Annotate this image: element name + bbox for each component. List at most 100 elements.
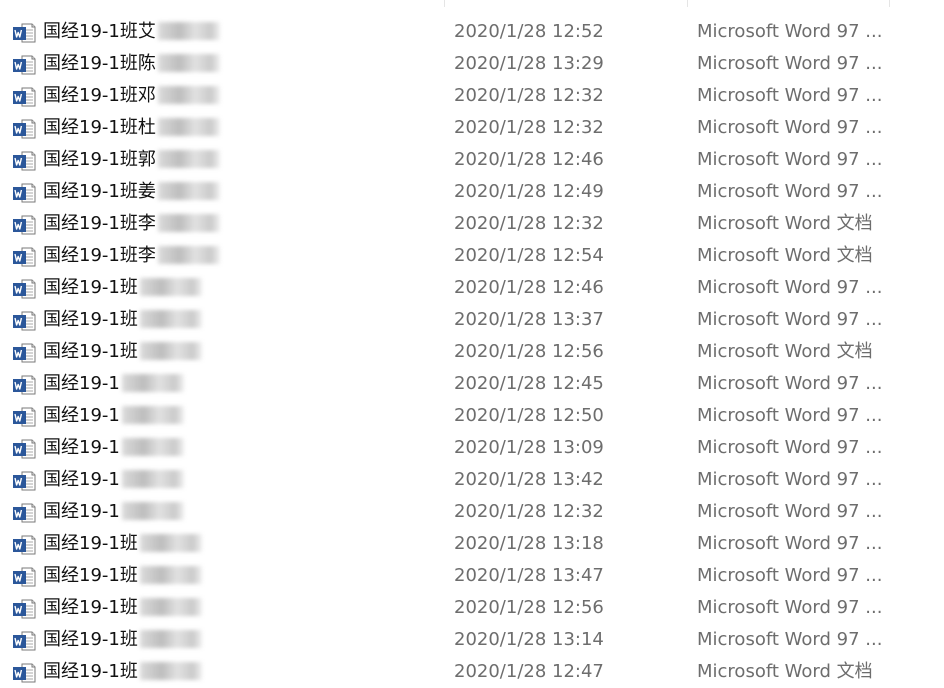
word-docx-icon xyxy=(12,247,36,267)
file-name-cell: 国经19-1班 xyxy=(43,661,202,683)
redacted-name-blur xyxy=(139,278,202,296)
file-name-cell: 国经19-1班邓 xyxy=(43,85,220,107)
date-modified: 2020/1/28 12:32 xyxy=(454,117,604,138)
file-row[interactable]: 国经19-1班 2020/1/28 12:56 Microsoft Word 97 … xyxy=(0,592,944,624)
word-docx-icon xyxy=(12,343,36,363)
file-row[interactable]: 国经19-1 2020/1/28 12:45 Microsoft Word 97 .… xyxy=(0,368,944,400)
file-type: Microsoft Word 97 ... xyxy=(697,21,883,42)
file-name: 国经19-1班杜 xyxy=(43,117,156,138)
file-row[interactable]: 国经19-1班 2020/1/28 13:37 Microsoft Word 97 … xyxy=(0,304,944,336)
file-name: 国经19-1 xyxy=(43,373,120,394)
word-97-icon xyxy=(12,87,36,107)
date-modified: 2020/1/28 12:46 xyxy=(454,149,604,170)
file-name-cell: 国经19-1班 xyxy=(43,277,202,299)
file-name-cell: 国经19-1 xyxy=(43,405,184,427)
column-divider-type[interactable] xyxy=(889,0,890,7)
file-name: 国经19-1班李 xyxy=(43,213,156,234)
word-97-icon xyxy=(12,119,36,139)
file-row[interactable]: 国经19-1班 2020/1/28 12:56 Microsoft Word 文档 xyxy=(0,336,944,368)
file-type: Microsoft Word 97 ... xyxy=(697,117,883,138)
file-row[interactable]: 国经19-1班 2020/1/28 13:47 Microsoft Word 97 … xyxy=(0,560,944,592)
file-row[interactable]: 国经19-1班邓 2020/1/28 12:32 Microsoft Word 97… xyxy=(0,80,944,112)
file-row[interactable]: 国经19-1班 2020/1/28 12:46 Microsoft Word 97 … xyxy=(0,272,944,304)
file-type: Microsoft Word 文档 xyxy=(697,341,873,362)
file-name-cell: 国经19-1班李 xyxy=(43,213,220,235)
word-97-icon xyxy=(12,23,36,43)
date-modified: 2020/1/28 12:32 xyxy=(454,213,604,234)
file-name-cell: 国经19-1班 xyxy=(43,565,202,587)
file-row[interactable]: 国经19-1班 2020/1/28 12:47 Microsoft Word 文档 xyxy=(0,656,944,688)
file-name: 国经19-1 xyxy=(43,501,120,522)
file-name: 国经19-1 xyxy=(43,469,120,490)
file-name: 国经19-1班 xyxy=(43,341,138,362)
file-name: 国经19-1班 xyxy=(43,533,138,554)
file-name-cell: 国经19-1班 xyxy=(43,533,202,555)
redacted-name-blur xyxy=(121,406,184,424)
file-row[interactable]: 国经19-1班艾 2020/1/28 12:52 Microsoft Word 97… xyxy=(0,16,944,48)
file-name: 国经19-1班陈 xyxy=(43,53,156,74)
date-modified: 2020/1/28 13:47 xyxy=(454,565,604,586)
word-97-icon xyxy=(12,55,36,75)
word-97-icon xyxy=(12,471,36,491)
date-modified: 2020/1/28 12:54 xyxy=(454,245,604,266)
word-97-icon xyxy=(12,407,36,427)
file-name: 国经19-1班姜 xyxy=(43,181,156,202)
file-type: Microsoft Word 97 ... xyxy=(697,405,883,426)
file-row[interactable]: 国经19-1班杜 2020/1/28 12:32 Microsoft Word 97… xyxy=(0,112,944,144)
date-modified: 2020/1/28 12:46 xyxy=(454,277,604,298)
column-divider-name[interactable] xyxy=(444,0,445,7)
file-name-cell: 国经19-1班陈 xyxy=(43,53,220,75)
file-type: Microsoft Word 97 ... xyxy=(697,85,883,106)
file-name-cell: 国经19-1班 xyxy=(43,341,202,363)
date-modified: 2020/1/28 13:18 xyxy=(454,533,604,554)
file-name: 国经19-1 xyxy=(43,405,120,426)
file-name-cell: 国经19-1 xyxy=(43,437,184,459)
redacted-name-blur xyxy=(157,86,220,104)
file-name-cell: 国经19-1班 xyxy=(43,629,202,651)
date-modified: 2020/1/28 13:14 xyxy=(454,629,604,650)
date-modified: 2020/1/28 12:32 xyxy=(454,501,604,522)
redacted-name-blur xyxy=(139,310,202,328)
redacted-name-blur xyxy=(139,630,202,648)
file-row[interactable]: 国经19-1班李 2020/1/28 12:32 Microsoft Word 文档 xyxy=(0,208,944,240)
file-name: 国经19-1班艾 xyxy=(43,21,156,42)
file-type: Microsoft Word 97 ... xyxy=(697,149,883,170)
redacted-name-blur xyxy=(157,54,220,72)
file-type: Microsoft Word 文档 xyxy=(697,213,873,234)
redacted-name-blur xyxy=(157,214,220,232)
date-modified: 2020/1/28 12:32 xyxy=(454,85,604,106)
date-modified: 2020/1/28 13:42 xyxy=(454,469,604,490)
redacted-name-blur xyxy=(139,566,202,584)
file-row[interactable]: 国经19-1 2020/1/28 12:50 Microsoft Word 97 .… xyxy=(0,400,944,432)
file-type: Microsoft Word 97 ... xyxy=(697,437,883,458)
word-97-icon xyxy=(12,151,36,171)
file-row[interactable]: 国经19-1班 2020/1/28 13:14 Microsoft Word 97 … xyxy=(0,624,944,656)
file-row[interactable]: 国经19-1 2020/1/28 13:09 Microsoft Word 97 .… xyxy=(0,432,944,464)
file-row[interactable]: 国经19-1班陈 2020/1/28 13:29 Microsoft Word 97… xyxy=(0,48,944,80)
file-name: 国经19-1班郭 xyxy=(43,149,156,170)
redacted-name-blur xyxy=(121,470,184,488)
file-name-cell: 国经19-1 xyxy=(43,469,184,491)
date-modified: 2020/1/28 12:49 xyxy=(454,181,604,202)
word-97-icon xyxy=(12,311,36,331)
word-97-icon xyxy=(12,599,36,619)
redacted-name-blur xyxy=(139,598,202,616)
file-row[interactable]: 国经19-1班李 2020/1/28 12:54 Microsoft Word 文档 xyxy=(0,240,944,272)
date-modified: 2020/1/28 13:29 xyxy=(454,53,604,74)
file-name-cell: 国经19-1班郭 xyxy=(43,149,220,171)
file-name-cell: 国经19-1班 xyxy=(43,309,202,331)
redacted-name-blur xyxy=(157,182,220,200)
date-modified: 2020/1/28 13:09 xyxy=(454,437,604,458)
file-row[interactable]: 国经19-1 2020/1/28 12:32 Microsoft Word 97 .… xyxy=(0,496,944,528)
redacted-name-blur xyxy=(139,342,202,360)
date-modified: 2020/1/28 12:45 xyxy=(454,373,604,394)
file-row[interactable]: 国经19-1 2020/1/28 13:42 Microsoft Word 97 .… xyxy=(0,464,944,496)
file-row[interactable]: 国经19-1班姜 2020/1/28 12:49 Microsoft Word 97… xyxy=(0,176,944,208)
redacted-name-blur xyxy=(121,502,184,520)
file-name: 国经19-1班李 xyxy=(43,245,156,266)
file-type: Microsoft Word 97 ... xyxy=(697,629,883,650)
file-row[interactable]: 国经19-1班 2020/1/28 13:18 Microsoft Word 97 … xyxy=(0,528,944,560)
column-divider-date[interactable] xyxy=(687,0,688,7)
file-row[interactable]: 国经19-1班郭 2020/1/28 12:46 Microsoft Word 97… xyxy=(0,144,944,176)
word-97-icon xyxy=(12,279,36,299)
